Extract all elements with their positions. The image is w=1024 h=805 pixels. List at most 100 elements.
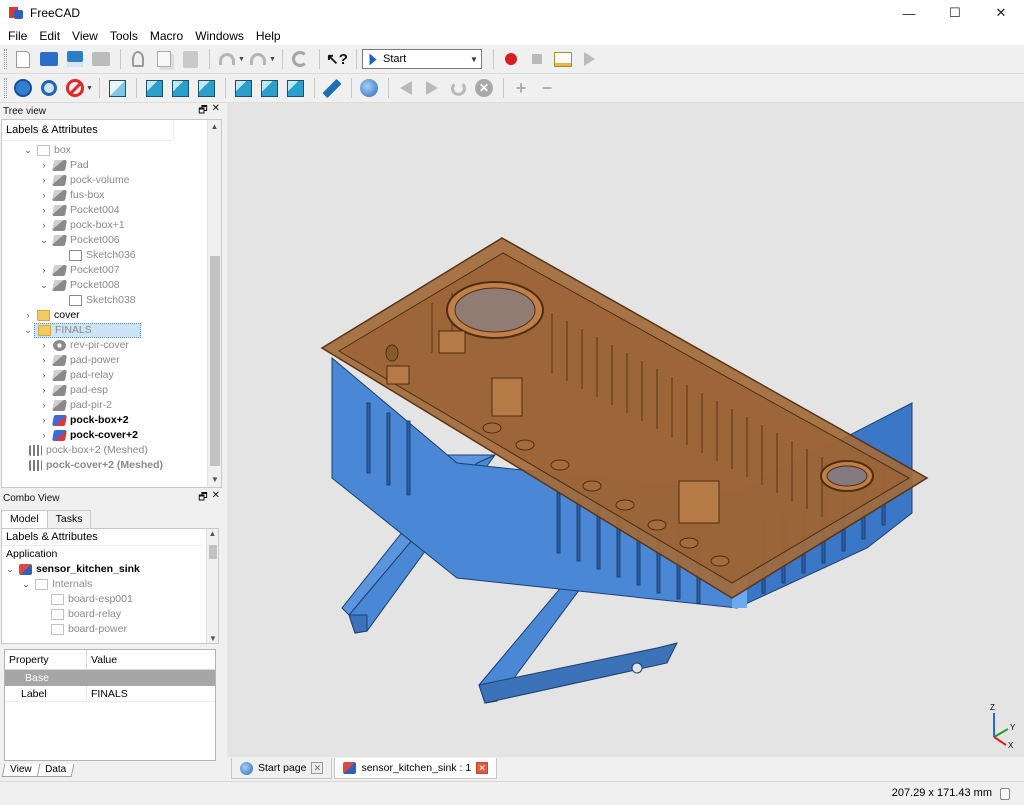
redo-button[interactable] [246, 47, 270, 71]
tree-item-box[interactable]: ⌄ box [22, 143, 71, 158]
chevron-right-icon[interactable]: › [38, 158, 50, 173]
chevron-right-icon[interactable]: › [38, 203, 50, 218]
tree-item-board-esp001[interactable]: board-esp001 [48, 592, 133, 607]
tree-scrollbar[interactable]: ▲ ▼ [207, 120, 221, 487]
tree-item-cover[interactable]: › cover [22, 308, 80, 323]
menu-macro[interactable]: Macro [144, 29, 189, 43]
tree-item-pocket007[interactable]: › Pocket007 [38, 263, 120, 278]
chevron-right-icon[interactable]: › [38, 263, 50, 278]
close-dock-icon[interactable]: ✕ [212, 103, 220, 120]
tree-item-pock-cover-2-meshed[interactable]: pock-cover+2 (Meshed) [26, 458, 163, 473]
chevron-right-icon[interactable]: › [38, 173, 50, 188]
property-value[interactable]: FINALS [87, 686, 128, 701]
front-view-button[interactable] [142, 76, 166, 100]
tab-start-page[interactable]: Start page ✕ [231, 758, 333, 779]
web-back-button[interactable] [394, 76, 418, 100]
macro-stop-button[interactable] [525, 47, 549, 71]
measure-distance-button[interactable] [320, 76, 344, 100]
chevron-right-icon[interactable]: › [22, 308, 34, 323]
chevron-down-icon[interactable]: ⌄ [38, 233, 50, 248]
scroll-thumb[interactable] [209, 545, 217, 559]
chevron-up-icon[interactable]: ▲ [208, 120, 221, 134]
tree-item-pad[interactable]: › Pad [38, 158, 89, 173]
tree-item-pad-relay[interactable]: › pad-relay [38, 368, 114, 383]
top-view-button[interactable] [168, 76, 192, 100]
menu-edit[interactable]: Edit [33, 29, 66, 43]
close-tab-icon[interactable]: ✕ [311, 762, 324, 774]
chevron-up-icon[interactable]: ▲ [207, 529, 218, 538]
chevron-right-icon[interactable]: › [38, 383, 50, 398]
chevron-right-icon[interactable]: › [38, 368, 50, 383]
web-home-button[interactable] [357, 76, 381, 100]
tree-item-finals[interactable]: ⌄ FINALS [22, 323, 141, 338]
whats-this-button[interactable]: ↖? [325, 47, 349, 71]
zoom-in-button[interactable]: + [509, 76, 533, 100]
draw-style-button[interactable] [63, 76, 87, 100]
paste-button[interactable] [178, 47, 202, 71]
rear-view-button[interactable] [231, 76, 255, 100]
tab-data[interactable]: Data [36, 764, 75, 777]
menu-view[interactable]: View [66, 29, 104, 43]
chevron-down-icon[interactable]: ⌄ [38, 278, 50, 293]
chevron-right-icon[interactable]: › [38, 413, 50, 428]
tree-item-pock-box-2-meshed[interactable]: pock-box+2 (Meshed) [26, 443, 148, 458]
fit-selection-button[interactable] [37, 76, 61, 100]
tree-item-board-relay[interactable]: board-relay [48, 607, 121, 622]
menu-tools[interactable]: Tools [104, 29, 144, 43]
maximize-button[interactable]: ☐ [932, 0, 978, 26]
macro-record-button[interactable] [499, 47, 523, 71]
mouse-navigation-icon[interactable] [1000, 788, 1010, 800]
chevron-down-icon[interactable]: ▼ [207, 634, 218, 643]
chevron-down-icon[interactable]: ▼ [208, 473, 221, 487]
web-refresh-button[interactable] [446, 76, 470, 100]
tree-item-sketch036[interactable]: Sketch036 [54, 248, 136, 263]
3d-viewport[interactable]: Z Y X [227, 103, 1024, 757]
tree-item-pock-volume[interactable]: › pock-volume [38, 173, 130, 188]
workbench-selector[interactable]: Start ▼ [362, 49, 482, 69]
toolbar-grip[interactable] [4, 49, 7, 69]
close-dock-icon[interactable]: ✕ [212, 490, 220, 507]
tab-tasks[interactable]: Tasks [46, 510, 92, 528]
chevron-right-icon[interactable]: › [38, 338, 50, 353]
chevron-right-icon[interactable]: › [38, 353, 50, 368]
tree-item-pad-power[interactable]: › pad-power [38, 353, 120, 368]
tree-item-rev-pir-cover[interactable]: › rev-pir-cover [38, 338, 129, 353]
tree-item-pad-pir-2[interactable]: › pad-pir-2 [38, 398, 112, 413]
float-dock-icon[interactable]: 🗗 [198, 103, 207, 120]
undo-dropdown-icon[interactable]: ▼ [238, 56, 246, 63]
save-button[interactable] [63, 47, 87, 71]
tab-view[interactable]: View [1, 764, 40, 777]
menu-windows[interactable]: Windows [189, 29, 250, 43]
tree-item-pad-esp[interactable]: › pad-esp [38, 383, 108, 398]
property-group-base[interactable]: Base [5, 670, 215, 686]
tab-model[interactable]: Model [1, 510, 48, 529]
application-node[interactable]: Application [6, 547, 57, 562]
toolbar-grip[interactable] [4, 78, 7, 98]
tree-item-pock-box-1[interactable]: › pock-box+1 [38, 218, 125, 233]
chevron-down-icon[interactable]: ⌄ [22, 323, 34, 338]
close-tab-icon[interactable]: ✕ [476, 762, 489, 774]
open-button[interactable] [37, 47, 61, 71]
close-button[interactable]: ✕ [978, 0, 1024, 26]
document-node[interactable]: ⌄ sensor_kitchen_sink [4, 562, 140, 577]
tree-item-pocket006[interactable]: ⌄ Pocket006 [38, 233, 120, 248]
bottom-view-button[interactable] [257, 76, 281, 100]
tree-item-board-power[interactable]: board-power [48, 622, 127, 637]
zoom-out-button[interactable]: − [535, 76, 559, 100]
web-forward-button[interactable] [420, 76, 444, 100]
model-scrollbar[interactable]: ▲ ▼ [206, 529, 218, 643]
fit-all-button[interactable] [11, 76, 35, 100]
tree-item-pocket008[interactable]: ⌄ Pocket008 [38, 278, 120, 293]
right-view-button[interactable] [194, 76, 218, 100]
scroll-thumb[interactable] [210, 256, 220, 466]
chevron-right-icon[interactable]: › [38, 218, 50, 233]
tab-sensor-kitchen-sink[interactable]: sensor_kitchen_sink : 1 ✕ [334, 758, 498, 779]
copy-button[interactable] [152, 47, 176, 71]
minimize-button[interactable]: — [886, 0, 932, 26]
redo-dropdown-icon[interactable]: ▼ [269, 56, 277, 63]
isometric-view-button[interactable] [105, 76, 129, 100]
chevron-right-icon[interactable]: › [38, 398, 50, 413]
chevron-down-icon[interactable]: ⌄ [4, 562, 16, 577]
web-stop-button[interactable]: ✕ [472, 76, 496, 100]
property-row-label[interactable]: Label FINALS [5, 686, 215, 702]
